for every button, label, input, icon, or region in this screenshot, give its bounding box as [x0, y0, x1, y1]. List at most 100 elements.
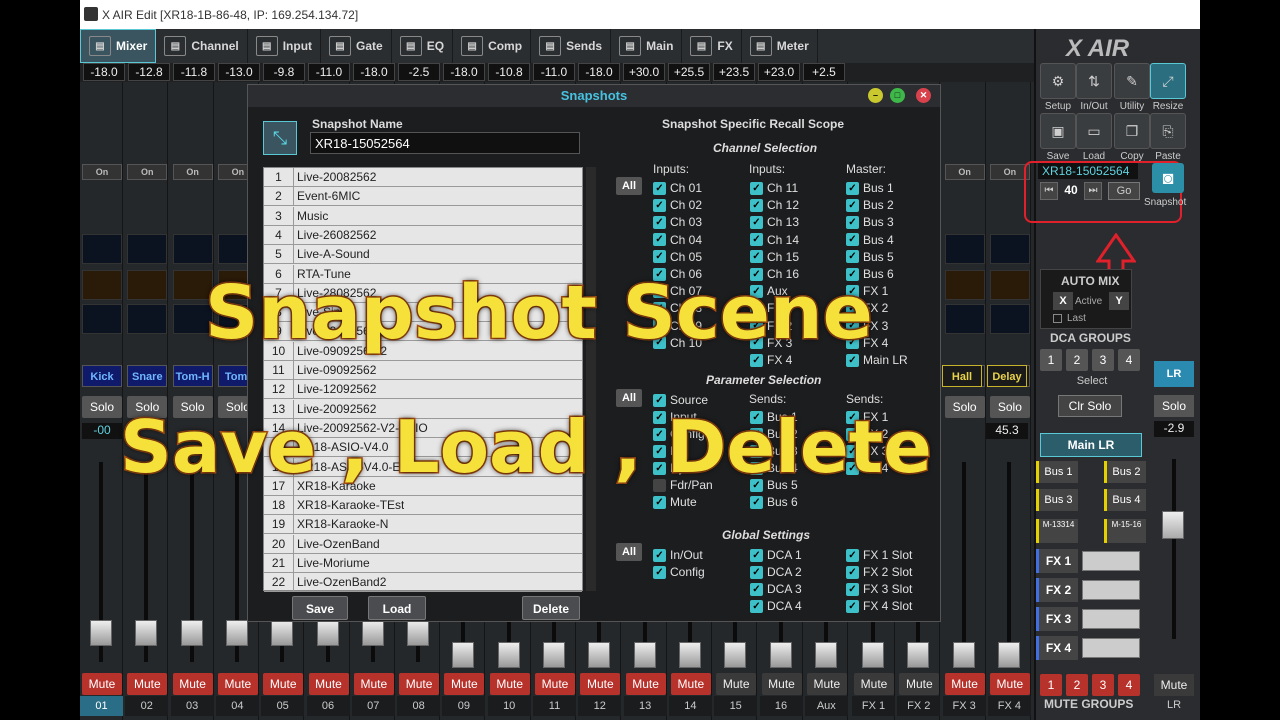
tab-mixer[interactable]: ▤ Mixer	[80, 29, 157, 63]
fx-button[interactable]: FX 1	[1036, 549, 1078, 573]
fader-knob[interactable]	[452, 642, 475, 668]
on-button[interactable]: On	[82, 164, 122, 180]
checkbox-icon[interactable]: ✓	[750, 495, 763, 509]
param-checkbox[interactable]: ✓ Mute	[653, 495, 697, 509]
checkbox-icon[interactable]: ✓	[846, 215, 859, 229]
bus-button[interactable]: Bus 3	[1036, 489, 1078, 511]
solo-button[interactable]: Solo	[82, 396, 122, 418]
checkbox-icon[interactable]: ✓	[750, 198, 763, 212]
resize-icon[interactable]: ⤡	[263, 121, 297, 155]
delete-button[interactable]: Delete	[522, 596, 580, 620]
channel-name[interactable]: Tom-H	[172, 365, 213, 387]
fader-knob[interactable]	[952, 642, 975, 668]
checkbox-icon[interactable]: ✓	[750, 582, 763, 596]
global-fx-slot-checkbox[interactable]: ✓ FX 3 Slot	[846, 582, 912, 596]
input-checkbox[interactable]: ✓ Ch 15	[750, 250, 799, 264]
mute-button[interactable]: Mute	[854, 673, 894, 695]
tab-main[interactable]: ▤ Main	[611, 29, 683, 63]
input-checkbox[interactable]: ✓ Ch 14	[750, 233, 799, 247]
go-button[interactable]: Go	[1108, 182, 1140, 200]
global-dca-checkbox[interactable]: ✓ DCA 1	[750, 548, 802, 562]
fx-return-name[interactable]: Delay	[987, 365, 1027, 387]
last-checkbox[interactable]	[1053, 314, 1062, 323]
global-checkbox[interactable]: ✓ Config	[653, 565, 705, 579]
input-checkbox[interactable]: ✓ Ch 02	[653, 198, 702, 212]
mute-button[interactable]: Mute	[308, 673, 349, 695]
wrench-icon[interactable]: ✎	[1114, 63, 1150, 99]
master-checkbox[interactable]: ✓ Bus 2	[846, 198, 894, 212]
bus-button[interactable]: M-13314	[1036, 519, 1078, 543]
prev-snapshot-button[interactable]: ⏮	[1040, 182, 1058, 200]
fader-knob[interactable]	[271, 620, 294, 646]
master-checkbox[interactable]: ✓ Bus 1	[846, 181, 894, 195]
camera-icon[interactable]: ◙	[1152, 163, 1184, 193]
bus-button[interactable]: Bus 2	[1104, 461, 1146, 483]
channel-name[interactable]: Kick	[82, 365, 122, 387]
list-item[interactable]: 3 Music	[264, 206, 582, 226]
global-fx-slot-checkbox[interactable]: ✓ FX 4 Slot	[846, 599, 912, 613]
list-item[interactable]: 21 Live-Moriume	[264, 554, 582, 573]
list-item[interactable]: 2 Event-6MIC	[264, 187, 582, 207]
mute-button[interactable]: Mute	[399, 673, 440, 695]
resize-icon[interactable]: ⤢	[1150, 63, 1186, 99]
snapshot-name-display[interactable]: XR18-15052564	[1038, 163, 1138, 179]
mute-button[interactable]: Mute	[172, 673, 213, 695]
list-item[interactable]: 22 Live-OzenBand2	[264, 573, 582, 593]
dca-button-1[interactable]: 1	[1040, 349, 1062, 371]
minimize-icon[interactable]: –	[868, 88, 883, 103]
checkbox-icon[interactable]: ✓	[750, 250, 763, 264]
checkbox-icon[interactable]: ✓	[653, 250, 666, 264]
lr-mute-button[interactable]: Mute	[1154, 674, 1194, 696]
fader-knob[interactable]	[225, 620, 248, 646]
fader-knob[interactable]	[361, 620, 384, 646]
global-checkbox[interactable]: ✓ In/Out	[653, 548, 703, 562]
mute-button[interactable]: Mute	[989, 673, 1030, 695]
mute-group-2[interactable]: 2	[1066, 674, 1088, 696]
fx-button[interactable]: FX 3	[1036, 607, 1078, 631]
checkbox-icon[interactable]: ✓	[653, 495, 666, 509]
mute-button[interactable]: Mute	[353, 673, 394, 695]
automix-x-button[interactable]: X	[1053, 292, 1073, 310]
list-item[interactable]: 1 Live-20082562	[264, 168, 582, 187]
fader-knob[interactable]	[633, 642, 656, 668]
input-checkbox[interactable]: ✓ Ch 12	[750, 198, 799, 212]
mute-button[interactable]: Mute	[670, 673, 711, 695]
bus-button[interactable]: M-15-16	[1104, 519, 1146, 543]
mute-group-4[interactable]: 4	[1118, 674, 1140, 696]
mute-button[interactable]: Mute	[761, 673, 802, 695]
checkbox-icon[interactable]: ✓	[653, 233, 666, 247]
checkbox-icon[interactable]: ✓	[750, 565, 763, 579]
channel-name[interactable]: Snare	[127, 365, 168, 387]
global-fx-slot-checkbox[interactable]: ✓ FX 2 Slot	[846, 565, 912, 579]
clr-solo-button[interactable]: Clr Solo	[1058, 395, 1122, 417]
fader-knob[interactable]	[135, 620, 158, 646]
input-checkbox[interactable]: ✓ Ch 01	[653, 181, 702, 195]
tab-meter[interactable]: ▤ Meter	[742, 29, 818, 63]
tab-sends[interactable]: ▤ Sends	[531, 29, 612, 63]
lr-solo-button[interactable]: Solo	[1154, 395, 1194, 417]
dca-button-2[interactable]: 2	[1066, 349, 1088, 371]
mute-button[interactable]: Mute	[82, 673, 122, 695]
on-button[interactable]: On	[944, 164, 985, 180]
mute-button[interactable]: Mute	[489, 673, 530, 695]
fader-knob[interactable]	[678, 642, 701, 668]
checkbox-icon[interactable]: ✓	[750, 181, 763, 195]
solo-button[interactable]: Solo	[989, 396, 1030, 418]
checkbox-icon[interactable]: ✓	[846, 181, 859, 195]
global-fx-slot-checkbox[interactable]: ✓ FX 1 Slot	[846, 548, 912, 562]
lr-channel-button[interactable]: LR	[1154, 361, 1194, 387]
list-item[interactable]: 19 XR18-Karaoke-N	[264, 515, 582, 535]
mute-button[interactable]: Mute	[535, 673, 575, 695]
on-button[interactable]: On	[172, 164, 213, 180]
mute-button[interactable]: Mute	[127, 673, 168, 695]
main-lr-button[interactable]: Main LR	[1040, 433, 1142, 457]
dca-button-4[interactable]: 4	[1118, 349, 1140, 371]
solo-button[interactable]: Solo	[944, 396, 985, 418]
checkbox-icon[interactable]: ✓	[846, 565, 859, 579]
master-checkbox[interactable]: ✓ Bus 5	[846, 250, 894, 264]
next-snapshot-button[interactable]: ⏭	[1084, 182, 1102, 200]
fader-knob[interactable]	[997, 642, 1020, 668]
checkbox-icon[interactable]: ✓	[846, 198, 859, 212]
fader-knob[interactable]	[769, 642, 792, 668]
input-checkbox[interactable]: ✓ Ch 05	[653, 250, 702, 264]
